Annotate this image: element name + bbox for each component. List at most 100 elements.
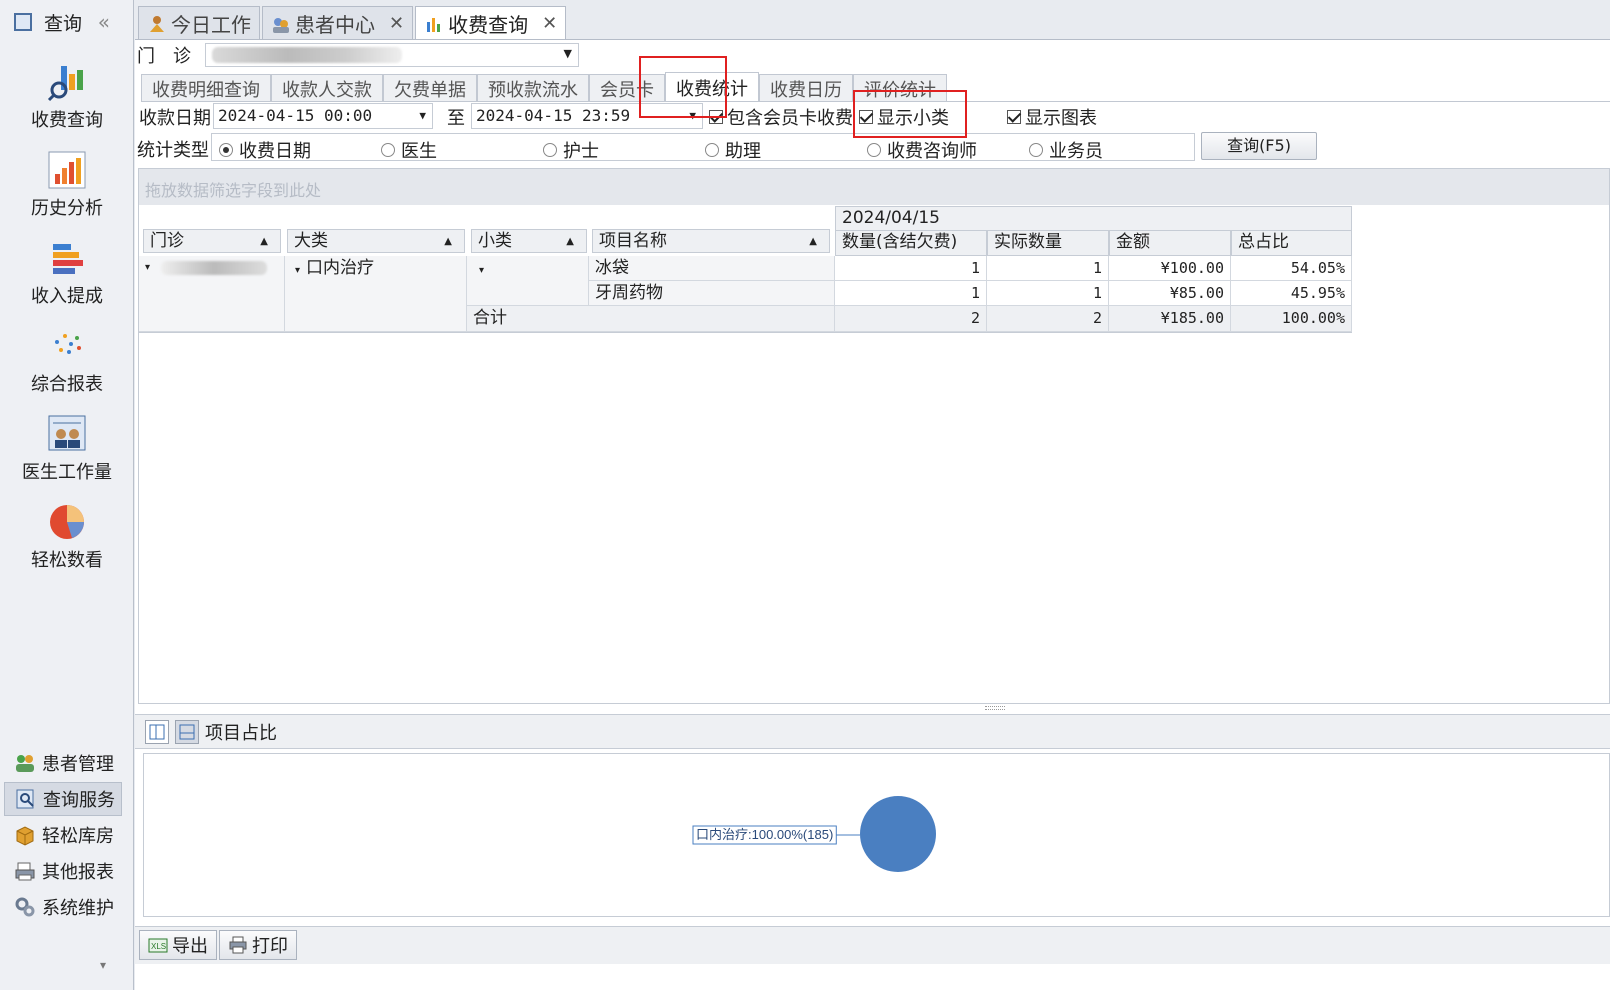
data-field-amount[interactable]: 金额	[1109, 230, 1231, 256]
nav-doctor-workload[interactable]: 医生工作量	[0, 414, 134, 498]
close-icon[interactable]: ✕	[542, 13, 557, 34]
tab-today-work-label: 今日工作	[171, 13, 251, 37]
date-from-field[interactable]: 2024-04-15 00:00 ▼	[213, 103, 433, 129]
chart-icon	[424, 14, 444, 34]
item-row-header: 牙周药物	[589, 281, 835, 306]
radio-assistant[interactable]: 助理	[705, 137, 761, 163]
tab-charge-query-label: 收费查询	[448, 13, 529, 37]
checkbox-checked-icon	[1007, 110, 1021, 124]
svg-text:XLS: XLS	[151, 942, 166, 951]
search-chart-icon	[47, 62, 87, 102]
filter-drop-area[interactable]: 拖放数据筛选字段到此处	[139, 169, 1609, 205]
layout-vertical-icon[interactable]	[145, 719, 169, 744]
nav-history-analysis[interactable]: 历史分析	[0, 150, 134, 234]
grid-bottom-line	[139, 332, 1352, 333]
expand-icon[interactable]: ▾	[145, 256, 150, 280]
people-icon	[14, 752, 36, 774]
subtab-charge-detail[interactable]: 收费明细查询	[141, 74, 271, 102]
subtab-evaluation-stats[interactable]: 评价统计	[853, 74, 947, 102]
cell-actual-quantity: 1	[987, 256, 1109, 281]
chevron-down-icon: ▼	[689, 109, 696, 122]
nav-composite-report[interactable]: 综合报表	[0, 326, 134, 410]
pie-slice-label: 口内治疗:100.00%(185)	[696, 827, 833, 842]
box-icon	[14, 824, 36, 846]
cell-amount: ¥100.00	[1109, 256, 1231, 281]
nav-query-service[interactable]: 查询服务	[4, 782, 122, 816]
layout-horizontal-icon[interactable]	[175, 719, 199, 744]
cell-total-percent: 45.95%	[1231, 281, 1352, 306]
collapse-icon[interactable]: «	[98, 10, 110, 34]
data-field-total-percent[interactable]: 总占比	[1231, 230, 1352, 256]
checkbox-checked-icon	[709, 110, 723, 124]
nav-easy-view-label: 轻松数看	[31, 550, 103, 571]
expand-icon[interactable]: ▾	[295, 265, 300, 276]
radio-nurse-label: 护士	[563, 141, 599, 162]
row-field-clinic[interactable]: 门诊 ▲	[143, 229, 281, 253]
tab-patient-center[interactable]: 患者中心 ✕	[262, 6, 414, 40]
cell-quantity: 1	[835, 256, 987, 281]
row-field-category[interactable]: 大类 ▲	[287, 229, 465, 253]
radio-charge-date[interactable]: 收费日期	[219, 137, 311, 163]
radio-doctor[interactable]: 医生	[381, 137, 437, 163]
expand-icon[interactable]: ▾	[479, 265, 484, 276]
nav-easy-warehouse-label: 轻松库房	[42, 826, 114, 847]
nav-income-commission[interactable]: 收入提成	[0, 238, 134, 322]
checkbox-checked-icon	[859, 110, 873, 124]
nav-system-maintenance-label: 系统维护	[42, 898, 114, 919]
pie-slice[interactable]	[860, 796, 936, 872]
radio-icon	[867, 143, 881, 157]
category-label: 口内治疗	[306, 258, 375, 278]
print-button[interactable]: 打印	[219, 930, 297, 960]
patients-icon	[271, 14, 291, 34]
date-column-header[interactable]: 2024/04/15	[835, 206, 1352, 230]
search-doc-icon	[14, 13, 32, 31]
nav-system-maintenance[interactable]: 系统维护	[4, 890, 122, 924]
nav-patient-management[interactable]: 患者管理	[4, 746, 122, 780]
row-field-subclass[interactable]: 小类 ▲	[471, 229, 587, 253]
query-button[interactable]: 查询(F5)	[1201, 132, 1317, 160]
splitter-handle[interactable]	[985, 706, 1005, 710]
row-field-clinic-label: 门诊	[150, 231, 184, 251]
data-field-actual-quantity[interactable]: 实际数量	[987, 230, 1109, 256]
clinic-select[interactable]: ▼	[205, 43, 579, 67]
show-chart-checkbox[interactable]: 显示图表	[1007, 104, 1097, 130]
radio-consultant[interactable]: 收费咨询师	[867, 137, 977, 163]
subtab-charge-calendar[interactable]: 收费日历	[759, 74, 853, 102]
gears-icon	[14, 896, 36, 918]
subtab-prepay-flow[interactable]: 预收款流水	[477, 74, 589, 102]
subtab-charge-stats[interactable]: 收费统计	[665, 72, 759, 102]
include-member-checkbox[interactable]: 包含会员卡收费	[709, 104, 853, 130]
subtab-member-card[interactable]: 会员卡	[589, 74, 665, 102]
chevron-down-icon: ▼	[563, 47, 572, 60]
chart-toolbar: 项目占比	[135, 715, 1610, 749]
nav-other-reports[interactable]: 其他报表	[4, 854, 122, 888]
item-row-header: 冰袋	[589, 256, 835, 281]
row-field-item-name[interactable]: 项目名称 ▲	[592, 229, 830, 253]
nav-easy-warehouse[interactable]: 轻松库房	[4, 818, 122, 852]
nav-charge-query[interactable]: 收费查询	[0, 62, 134, 146]
close-icon[interactable]: ✕	[389, 13, 404, 34]
radio-icon	[705, 143, 719, 157]
nav-charge-query-label: 收费查询	[31, 110, 103, 131]
stacked-bars-icon	[47, 238, 87, 278]
nav-easy-view[interactable]: 轻松数看	[0, 502, 134, 586]
sort-asc-icon: ▲	[444, 236, 452, 247]
total-quantity: 2	[835, 306, 987, 332]
clinic-row: 门 诊	[135, 42, 191, 68]
subtab-cashier-handover[interactable]: 收款人交款	[271, 74, 383, 102]
nav-composite-report-label: 综合报表	[31, 374, 103, 395]
subtab-arrears[interactable]: 欠费单据	[383, 74, 477, 102]
bottom-toolbar: XLS 导出 打印	[135, 926, 1610, 964]
radio-nurse[interactable]: 护士	[543, 137, 599, 163]
date-to-field[interactable]: 2024-04-15 23:59 ▼	[471, 103, 703, 129]
row-field-category-label: 大类	[294, 231, 328, 251]
radio-consultant-label: 收费咨询师	[887, 141, 977, 162]
show-subclass-checkbox[interactable]: 显示小类	[859, 104, 949, 130]
radio-salesperson[interactable]: 业务员	[1029, 137, 1103, 163]
tab-today-work[interactable]: 今日工作	[138, 6, 260, 40]
show-chart-label: 显示图表	[1025, 108, 1097, 129]
export-button[interactable]: XLS 导出	[139, 930, 217, 960]
data-field-quantity[interactable]: 数量(含结欠费)	[835, 230, 987, 256]
sidebar-more-icon[interactable]: ▾	[0, 958, 134, 990]
tab-charge-query[interactable]: 收费查询 ✕	[415, 6, 567, 40]
